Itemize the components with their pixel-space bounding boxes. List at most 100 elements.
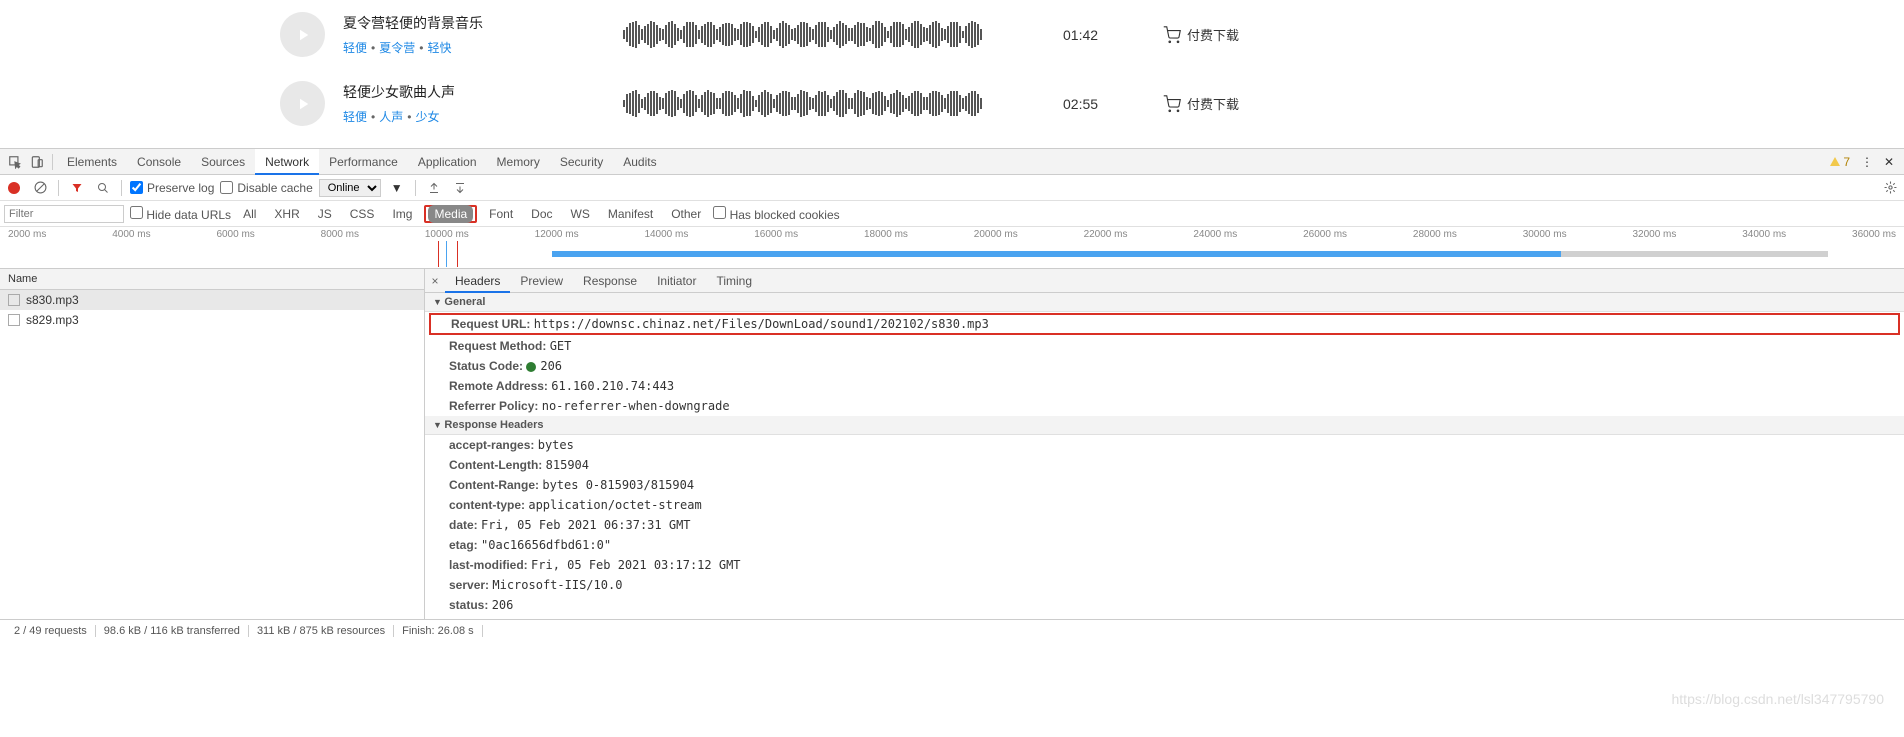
filter-bar: Hide data URLs All XHR JS CSS Img Media Font Do… bbox=[0, 201, 1904, 227]
filter-type-doc[interactable]: Doc bbox=[525, 205, 558, 223]
tag-link[interactable]: 轻快 bbox=[427, 41, 451, 55]
response-header-row: status: 206 bbox=[425, 595, 1904, 615]
tick: 12000 ms bbox=[535, 229, 579, 240]
tab-application[interactable]: Application bbox=[408, 149, 487, 175]
response-header-row: content-type: application/octet-stream bbox=[425, 495, 1904, 515]
tick: 32000 ms bbox=[1632, 229, 1676, 240]
tab-network[interactable]: Network bbox=[255, 149, 319, 175]
filter-type-all[interactable]: All bbox=[237, 205, 262, 223]
remote-address-row: Remote Address: 61.160.210.74:443 bbox=[425, 376, 1904, 396]
download-button[interactable]: 付费下载 bbox=[1163, 94, 1239, 113]
request-list: Name s830.mp3s829.mp3 bbox=[0, 269, 425, 619]
filter-input[interactable] bbox=[4, 205, 124, 223]
offline-icon[interactable]: ▼ bbox=[387, 178, 407, 198]
import-icon[interactable] bbox=[424, 178, 444, 198]
tag-link[interactable]: 轻便 bbox=[343, 110, 367, 124]
detail-tab-initiator[interactable]: Initiator bbox=[647, 269, 706, 293]
filter-type-font[interactable]: Font bbox=[483, 205, 519, 223]
watermark: https://blog.csdn.net/lsl347795790 bbox=[1672, 691, 1885, 707]
tick: 6000 ms bbox=[216, 229, 254, 240]
tick: 18000 ms bbox=[864, 229, 908, 240]
status-bar: 2 / 49 requests 98.6 kB / 116 kB transfe… bbox=[0, 619, 1904, 641]
waveform[interactable] bbox=[623, 89, 1003, 119]
timeline[interactable]: 2000 ms4000 ms6000 ms8000 ms10000 ms1200… bbox=[0, 227, 1904, 269]
network-toolbar: Preserve log Disable cache Online ▼ bbox=[0, 175, 1904, 201]
throttling-select[interactable]: Online bbox=[319, 179, 381, 197]
section-response-headers[interactable]: Response Headers bbox=[425, 416, 1904, 435]
warnings-badge[interactable]: 7 bbox=[1830, 155, 1850, 169]
filter-type-js[interactable]: JS bbox=[312, 205, 338, 223]
request-item[interactable]: s829.mp3 bbox=[0, 310, 424, 330]
play-button[interactable] bbox=[280, 81, 325, 126]
settings-icon[interactable] bbox=[1880, 178, 1900, 198]
filter-type-img[interactable]: Img bbox=[386, 205, 418, 223]
request-item[interactable]: s830.mp3 bbox=[0, 290, 424, 310]
track-duration: 01:42 bbox=[1063, 27, 1163, 43]
filter-type-css[interactable]: CSS bbox=[344, 205, 381, 223]
section-general[interactable]: General bbox=[425, 293, 1904, 312]
hide-urls-checkbox[interactable]: Hide data URLs bbox=[130, 206, 231, 222]
record-icon[interactable] bbox=[4, 178, 24, 198]
timeline-activity bbox=[552, 251, 1561, 257]
clear-icon[interactable] bbox=[30, 178, 50, 198]
tick: 14000 ms bbox=[644, 229, 688, 240]
tag-link[interactable]: 人声 bbox=[379, 110, 403, 124]
track-tags: 轻便•夏令营•轻快 bbox=[343, 39, 623, 56]
filter-type-ws[interactable]: WS bbox=[565, 205, 596, 223]
detail-tab-preview[interactable]: Preview bbox=[510, 269, 573, 293]
tab-memory[interactable]: Memory bbox=[487, 149, 550, 175]
detail-tab-headers[interactable]: Headers bbox=[445, 269, 510, 293]
filter-icon[interactable] bbox=[67, 178, 87, 198]
blocked-cookies-checkbox[interactable]: Has blocked cookies bbox=[713, 206, 839, 222]
timeline-activity bbox=[1561, 251, 1828, 257]
waveform[interactable] bbox=[623, 20, 1003, 50]
response-header-row: last-modified: Fri, 05 Feb 2021 03:17:12… bbox=[425, 555, 1904, 575]
export-icon[interactable] bbox=[450, 178, 470, 198]
tag-link[interactable]: 夏令营 bbox=[379, 41, 415, 55]
tab-sources[interactable]: Sources bbox=[191, 149, 255, 175]
tab-audits[interactable]: Audits bbox=[613, 149, 666, 175]
inspect-icon[interactable] bbox=[4, 151, 26, 173]
tick: 28000 ms bbox=[1413, 229, 1457, 240]
close-icon[interactable]: ✕ bbox=[1878, 151, 1900, 173]
tick: 20000 ms bbox=[974, 229, 1018, 240]
disable-cache-checkbox[interactable]: Disable cache bbox=[220, 181, 312, 195]
tick: 8000 ms bbox=[321, 229, 359, 240]
tick: 4000 ms bbox=[112, 229, 150, 240]
tick: 10000 ms bbox=[425, 229, 469, 240]
tab-console[interactable]: Console bbox=[127, 149, 191, 175]
track-tags: 轻便•人声•少女 bbox=[343, 108, 623, 125]
search-icon[interactable] bbox=[93, 178, 113, 198]
audio-row: 夏令营轻便的背景音乐 轻便•夏令营•轻快 01:42 付费下载 bbox=[0, 0, 1904, 69]
track-duration: 02:55 bbox=[1063, 96, 1163, 112]
status-resources: 311 kB / 875 kB resources bbox=[249, 625, 394, 637]
tab-performance[interactable]: Performance bbox=[319, 149, 408, 175]
response-header-row: accept-ranges: bytes bbox=[425, 435, 1904, 455]
device-icon[interactable] bbox=[26, 151, 48, 173]
response-header-row: Content-Length: 815904 bbox=[425, 455, 1904, 475]
filter-type-manifest[interactable]: Manifest bbox=[602, 205, 659, 223]
preserve-log-checkbox[interactable]: Preserve log bbox=[130, 181, 214, 195]
audio-row: 轻便少女歌曲人声 轻便•人声•少女 02:55 付费下载 bbox=[0, 69, 1904, 138]
response-header-row: server: Microsoft-IIS/10.0 bbox=[425, 575, 1904, 595]
tag-link[interactable]: 轻便 bbox=[343, 41, 367, 55]
response-header-row: Content-Range: bytes 0-815903/815904 bbox=[425, 475, 1904, 495]
tab-security[interactable]: Security bbox=[550, 149, 613, 175]
play-button[interactable] bbox=[280, 12, 325, 57]
tag-link[interactable]: 少女 bbox=[415, 110, 439, 124]
tick: 36000 ms bbox=[1852, 229, 1896, 240]
column-header-name[interactable]: Name bbox=[0, 269, 424, 290]
more-icon[interactable]: ⋮ bbox=[1856, 151, 1878, 173]
tick: 26000 ms bbox=[1303, 229, 1347, 240]
filter-type-other[interactable]: Other bbox=[665, 205, 707, 223]
request-url-row: Request URL: https://downsc.chinaz.net/F… bbox=[429, 313, 1900, 335]
filter-type-media[interactable]: Media bbox=[428, 205, 473, 223]
download-button[interactable]: 付费下载 bbox=[1163, 25, 1239, 44]
close-detail-icon[interactable]: × bbox=[425, 274, 445, 288]
filter-type-xhr[interactable]: XHR bbox=[268, 205, 305, 223]
detail-tab-timing[interactable]: Timing bbox=[706, 269, 762, 293]
detail-tab-response[interactable]: Response bbox=[573, 269, 647, 293]
tab-elements[interactable]: Elements bbox=[57, 149, 127, 175]
status-requests: 2 / 49 requests bbox=[6, 625, 96, 637]
tick: 16000 ms bbox=[754, 229, 798, 240]
